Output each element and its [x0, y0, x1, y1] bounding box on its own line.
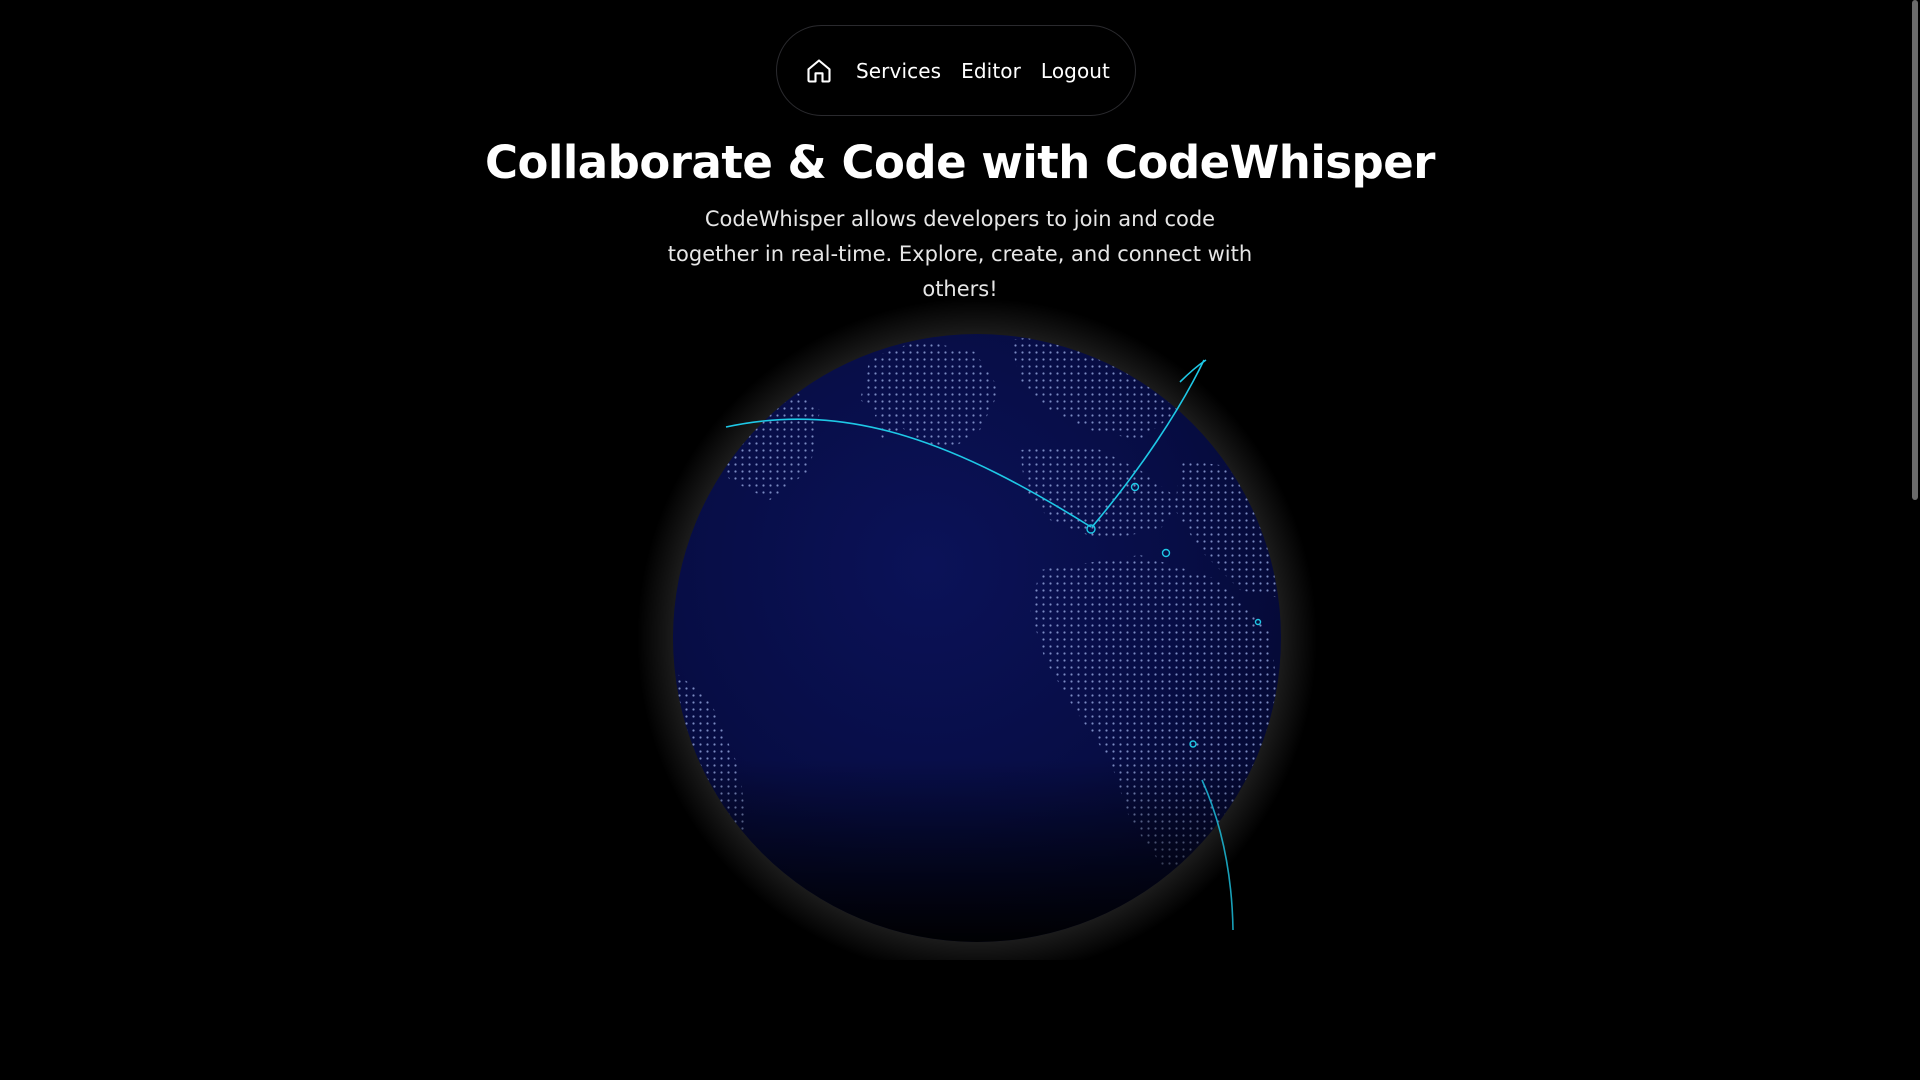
page-scrollbar[interactable]	[1910, 0, 1920, 1080]
hero-subtitle: CodeWhisper allows developers to join an…	[667, 207, 1253, 301]
globe-visual[interactable]	[620, 298, 1340, 978]
scrollbar-thumb[interactable]	[1912, 0, 1918, 500]
home-button[interactable]	[802, 54, 836, 88]
globe-svg	[637, 298, 1317, 978]
nav-link-editor[interactable]: Editor	[961, 59, 1021, 83]
page: Services Editor Logout Collaborate & Cod…	[0, 0, 1920, 1080]
hero-title: Collaborate & Code with CodeWhisper	[485, 136, 1435, 189]
home-icon	[807, 58, 831, 83]
top-navigation: Services Editor Logout	[776, 25, 1136, 116]
nav-link-services[interactable]: Services	[856, 59, 941, 83]
nav-link-logout[interactable]: Logout	[1041, 59, 1110, 83]
globe-shadow	[673, 334, 1281, 942]
